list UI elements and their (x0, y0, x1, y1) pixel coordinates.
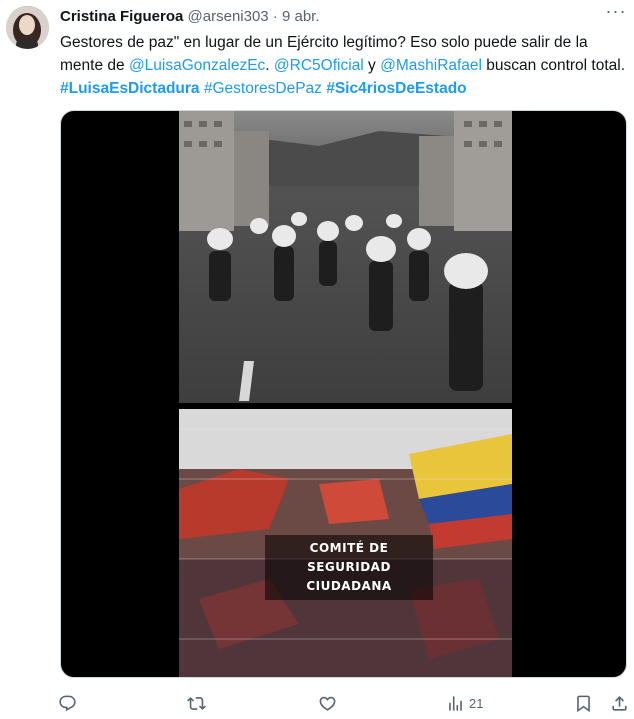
like-icon (318, 694, 337, 713)
hashtag-gestoresdepaz[interactable]: #GestoresDePaz (204, 80, 322, 97)
retweet-icon (187, 694, 206, 713)
tweet-text-segment: y (363, 57, 381, 74)
bookmark-icon (574, 694, 593, 713)
mention-rc5oficial[interactable]: @RC5Oficial (274, 57, 364, 74)
hashtag-sic4riosdeestado[interactable]: #Sic4riosDeEstado (326, 80, 466, 97)
tweet-actions-bar: 21 (58, 690, 630, 716)
caption-line-1: COMITÉ DE SEGURIDAD (307, 541, 391, 574)
views-button[interactable]: 21 (446, 690, 483, 716)
avatar[interactable] (6, 6, 49, 49)
reply-button[interactable] (58, 690, 77, 716)
mention-luisagonzalezec[interactable]: @LuisaGonzalezEc (129, 57, 265, 74)
like-button[interactable] (318, 690, 337, 716)
reply-icon (58, 694, 77, 713)
mention-mashirafael[interactable]: @MashiRafael (380, 57, 482, 74)
post-date[interactable]: 9 abr. (282, 8, 320, 25)
tweet-text: Gestores de paz" en lugar de un Ejército… (60, 31, 626, 100)
tweet-header: Cristina Figueroa @arseni303 · 9 abr. (60, 8, 624, 28)
share-icon (610, 694, 629, 713)
hashtag-luisaesdictadura[interactable]: #LuisaEsDictadura (60, 80, 200, 97)
author-handle[interactable]: @arseni303 (188, 8, 269, 25)
views-icon (446, 694, 465, 713)
video-frame-flags: COMITÉ DE SEGURIDAD CIUDADANA (179, 409, 512, 677)
bookmark-button[interactable] (574, 690, 593, 716)
tweet-text-segment: . (265, 57, 274, 74)
share-button[interactable] (610, 690, 629, 716)
more-options-icon[interactable]: ··· (604, 2, 628, 24)
retweet-button[interactable] (187, 690, 206, 716)
video-frame-motorcycles (179, 111, 512, 403)
video-player[interactable]: COMITÉ DE SEGURIDAD CIUDADANA (60, 110, 627, 678)
caption-line-2: CIUDADANA (306, 579, 392, 593)
separator-dot: · (272, 8, 278, 25)
tweet-text-segment: buscan control total. (482, 57, 626, 74)
views-count: 21 (469, 695, 484, 711)
author-name[interactable]: Cristina Figueroa (60, 8, 183, 25)
video-caption: COMITÉ DE SEGURIDAD CIUDADANA (265, 535, 433, 600)
